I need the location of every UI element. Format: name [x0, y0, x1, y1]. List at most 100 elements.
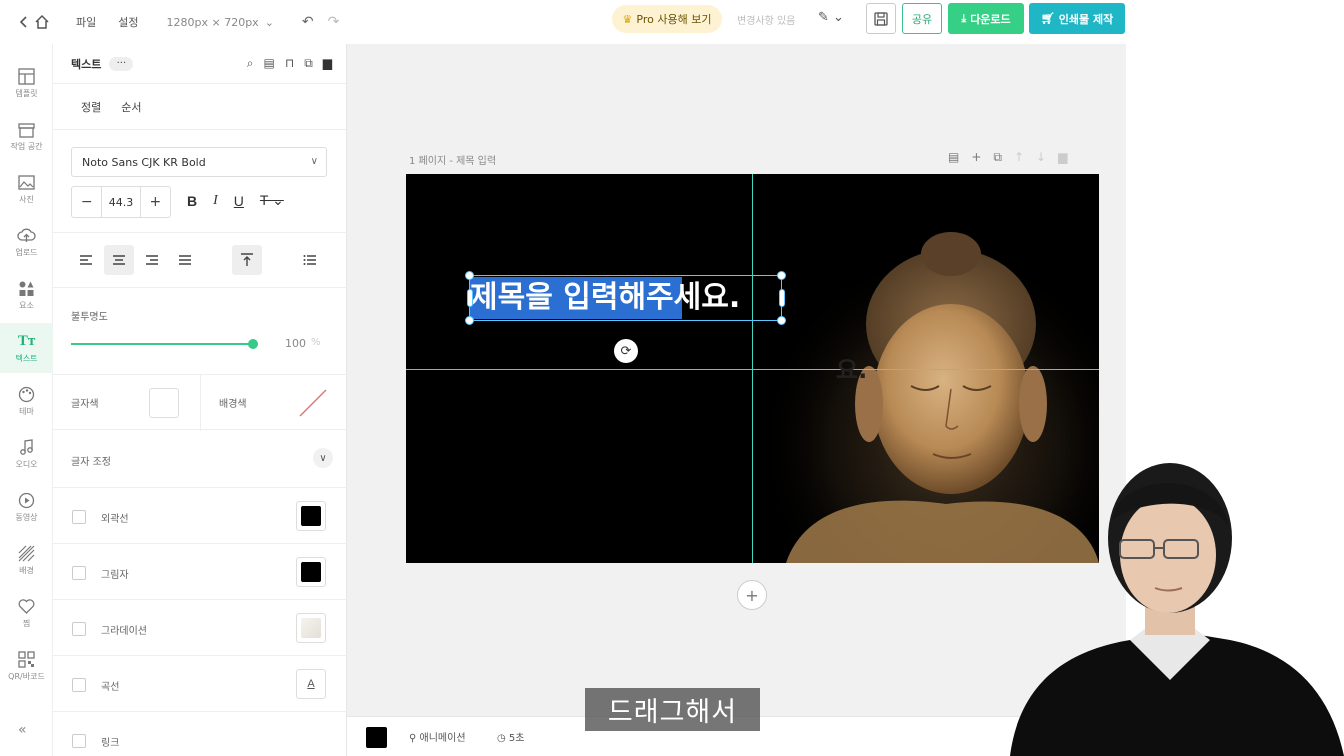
rail-item-template[interactable]: 템플릿 [0, 58, 53, 108]
text-icon: Tт [17, 332, 36, 349]
add-page-icon[interactable]: + [971, 150, 981, 165]
workspace-icon [18, 122, 35, 138]
resize-handle-br[interactable] [777, 316, 786, 325]
rail-item-workspace[interactable]: 작업 공간 [0, 111, 53, 161]
rail-item-qr[interactable]: QR/바코드 [0, 641, 53, 691]
align-top-icon[interactable] [232, 245, 262, 275]
pro-trial-button[interactable]: ♛ Pro 사용해 보기 [612, 5, 722, 33]
duration-button[interactable]: ◷ 5초 [497, 729, 524, 744]
rail-item-favorites[interactable]: 찜 [0, 588, 53, 638]
gradient-swatch[interactable] [296, 613, 326, 643]
collapse-icon[interactable]: « [18, 722, 27, 738]
paint-format-icon[interactable]: ▤ [263, 56, 274, 71]
shadow-checkbox[interactable] [72, 566, 86, 580]
duplicate-icon[interactable]: ⧉ [304, 56, 313, 71]
underline-icon[interactable]: U [234, 193, 244, 209]
rail-item-video[interactable]: 동영상 [0, 482, 53, 532]
align-right-icon[interactable] [137, 245, 167, 275]
rail-item-audio[interactable]: 오디오 [0, 429, 53, 479]
rail-item-photo[interactable]: 사진 [0, 164, 53, 214]
text-color-label: 글자색 [71, 399, 99, 410]
home-icon[interactable] [34, 14, 50, 30]
rail-item-background[interactable]: 배경 [0, 535, 53, 585]
rail-item-upload[interactable]: 업로드 [0, 217, 53, 267]
page-tools: ▤ + ⧉ ↑ ↓ ▆ [948, 150, 1067, 165]
outline-checkbox[interactable] [72, 510, 86, 524]
redo-icon[interactable]: ↷ [328, 14, 340, 30]
pen-icon[interactable]: ✎ ⌄ [818, 10, 844, 25]
shadow-color-swatch[interactable] [296, 557, 326, 587]
download-button[interactable]: ⤓ 다운로드 [948, 3, 1024, 34]
resize-handle-right[interactable] [779, 289, 785, 307]
resize-handle-tl[interactable] [465, 271, 474, 280]
link-checkbox[interactable] [72, 734, 86, 748]
curve-text-icon[interactable]: A [296, 669, 326, 699]
design-canvas[interactable]: 요. 제목을 입력해주세요. ⟳ [406, 174, 1099, 563]
undo-icon[interactable]: ↶ [302, 14, 314, 30]
align-center-icon[interactable] [104, 245, 134, 275]
animation-button[interactable]: ⚲ 애니메이션 [409, 729, 466, 744]
italic-icon[interactable]: I [213, 193, 218, 209]
rail-item-elements[interactable]: 요소 [0, 270, 53, 320]
page-thumbnail[interactable] [366, 727, 387, 748]
move-down-icon[interactable]: ↓ [1036, 150, 1046, 165]
align-left-icon[interactable] [71, 245, 101, 275]
decrease-size-button[interactable]: − [72, 194, 101, 210]
text-color-swatch[interactable] [149, 388, 179, 418]
resize-handle-tr[interactable] [777, 271, 786, 280]
canvas-size-select[interactable]: 1280px × 720px ⌄ [167, 16, 274, 29]
rotate-icon[interactable]: ⟳ [614, 339, 638, 363]
bold-icon[interactable]: B [187, 193, 197, 209]
tab-align[interactable]: 정렬 [81, 99, 101, 115]
opacity-slider-handle[interactable] [248, 339, 258, 349]
panel-tools: ⌕ ▤ ⊓ ⧉ ▆ [247, 56, 332, 71]
font-size-value[interactable]: 44.3 [101, 187, 141, 217]
list-icon[interactable] [295, 245, 325, 275]
increase-size-button[interactable]: + [141, 194, 170, 210]
changes-status: 변경사항 있음 [737, 16, 796, 27]
outline-color-swatch[interactable] [296, 501, 326, 531]
tab-order[interactable]: 순서 [121, 99, 141, 115]
rail-label: 작업 공간 [10, 141, 43, 151]
menu-settings[interactable]: 설정 [118, 14, 138, 30]
gradient-checkbox[interactable] [72, 622, 86, 636]
horizontal-guide [406, 369, 1099, 370]
move-up-icon[interactable]: ↑ [1014, 150, 1024, 165]
text-adjust-row[interactable]: 글자 조정 ∨ [53, 430, 347, 488]
canvas-size-label: 1280px × 720px [166, 15, 259, 29]
theme-icon [18, 386, 35, 402]
save-button[interactable] [866, 3, 896, 34]
rail-label: 템플릿 [15, 88, 38, 98]
ghost-text: 요. [836, 356, 868, 384]
share-button[interactable]: 공유 [902, 3, 942, 34]
back-icon[interactable] [18, 15, 30, 29]
menu-file[interactable]: 파일 [76, 14, 96, 30]
pick-style-icon[interactable]: ⌕ [247, 56, 254, 71]
font-size-stepper[interactable]: − 44.3 + [71, 186, 171, 218]
memo-icon[interactable]: ▤ [948, 150, 959, 165]
strikethrough-icon[interactable]: T ⌄ [260, 192, 284, 209]
opacity-slider-track[interactable] [71, 343, 253, 345]
chevron-down-icon[interactable]: ∨ [313, 448, 333, 468]
bg-color-swatch[interactable] [298, 388, 328, 418]
print-button[interactable]: 🛒︎ 인쇄물 제작 [1029, 3, 1125, 34]
curve-checkbox[interactable] [72, 678, 86, 692]
selection-box[interactable] [469, 275, 782, 321]
pro-trial-label: Pro 사용해 보기 [636, 13, 712, 26]
copy-page-icon[interactable]: ⧉ [993, 150, 1002, 165]
resize-handle-left[interactable] [467, 289, 473, 307]
resize-handle-bl[interactable] [465, 316, 474, 325]
font-family-select[interactable]: Noto Sans CJK KR Bold ∨ [71, 147, 327, 177]
delete-page-icon[interactable]: ▆ [1058, 150, 1067, 165]
opacity-value[interactable]: 100 [285, 337, 306, 350]
add-page-button[interactable]: + [737, 580, 767, 610]
more-options-button[interactable]: ··· [109, 56, 134, 71]
trash-icon[interactable]: ▆ [323, 56, 332, 71]
rail-item-theme[interactable]: 테마 [0, 376, 53, 426]
presenter-video-overlay [1010, 463, 1344, 756]
rail-label: 배경 [19, 565, 34, 575]
rail-item-text[interactable]: Tт 텍스트 [0, 323, 53, 373]
lock-icon[interactable]: ⊓ [285, 56, 294, 71]
outline-option: 외곽선 [53, 488, 347, 544]
align-justify-icon[interactable] [170, 245, 200, 275]
